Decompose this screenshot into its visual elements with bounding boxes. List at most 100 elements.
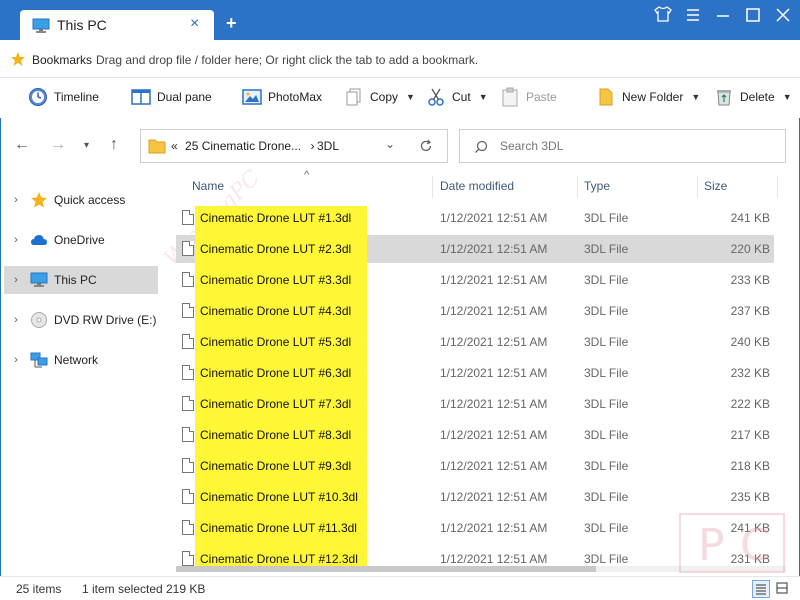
file-type: 3DL File <box>584 428 629 442</box>
expand-chevron-icon[interactable]: › <box>6 354 26 366</box>
expand-chevron-icon[interactable]: › <box>6 274 26 286</box>
file-size: 237 KB <box>730 304 770 318</box>
toolbar: Timeline Dual pane PhotoMax Copy ▼ Cut ▼… <box>0 78 800 118</box>
up-arrow-icon[interactable]: ↑ <box>110 136 118 154</box>
item-count: 25 items <box>16 582 62 596</box>
file-type: 3DL File <box>584 242 629 256</box>
cut-button[interactable]: Cut ▼ <box>426 86 488 108</box>
search-input[interactable]: Search 3DL <box>459 129 786 163</box>
column-divider[interactable] <box>577 176 578 198</box>
details-view-button[interactable] <box>752 580 770 598</box>
skin-icon[interactable] <box>650 6 676 30</box>
expand-chevron-icon[interactable]: › <box>6 194 26 206</box>
forward-arrow-icon[interactable]: → <box>50 136 66 154</box>
column-header-type[interactable]: Type <box>584 179 610 193</box>
svg-text:C: C <box>740 520 771 571</box>
address-dropdown-icon[interactable]: ⌄ <box>385 137 395 151</box>
new-folder-label: New Folder <box>622 90 684 104</box>
address-bar[interactable]: « 25 Cinematic Drone... › 3DL ⌄ <box>140 129 448 163</box>
file-icon <box>182 365 194 380</box>
scissors-icon <box>428 88 444 106</box>
new-folder-dropdown-icon[interactable]: ▼ <box>691 92 700 102</box>
expand-chevron-icon[interactable]: › <box>6 234 26 246</box>
file-name: Cinematic Drone LUT #10.3dl <box>200 490 358 504</box>
paste-button[interactable]: Paste <box>500 86 557 108</box>
delete-button[interactable]: Delete ▼ <box>714 86 792 108</box>
file-icon <box>182 210 194 225</box>
file-name: Cinematic Drone LUT #5.3dl <box>200 335 352 349</box>
photomax-button[interactable]: PhotoMax <box>242 86 322 108</box>
close-button[interactable] <box>770 6 796 30</box>
file-icon <box>182 396 194 411</box>
column-divider[interactable] <box>432 176 433 198</box>
folder-icon <box>599 88 613 106</box>
timeline-button[interactable]: Timeline <box>28 86 99 108</box>
file-type: 3DL File <box>584 335 629 349</box>
file-type: 3DL File <box>584 211 629 225</box>
new-tab-button[interactable]: + <box>226 14 237 32</box>
tiles-view-icon <box>776 582 788 594</box>
tab-this-pc[interactable]: This PC × <box>20 10 214 40</box>
sidebar-item-network[interactable]: › Network <box>4 346 158 374</box>
menu-icon[interactable] <box>680 6 706 30</box>
file-name: Cinematic Drone LUT #4.3dl <box>200 304 352 318</box>
copy-dropdown-icon[interactable]: ▼ <box>406 92 415 102</box>
column-divider[interactable] <box>697 176 698 198</box>
sidebar-item-dvd-drive[interactable]: › DVD RW Drive (E:) <box>4 306 158 334</box>
dual-pane-button[interactable]: Dual pane <box>131 86 212 108</box>
tiles-view-button[interactable] <box>774 580 792 598</box>
back-arrow-icon[interactable]: ← <box>14 136 30 154</box>
file-icon <box>182 520 194 535</box>
file-name: Cinematic Drone LUT #9.3dl <box>200 459 352 473</box>
delete-dropdown-icon[interactable]: ▼ <box>783 92 792 102</box>
sidebar-item-quick-access[interactable]: › Quick access <box>4 186 158 214</box>
column-header-date[interactable]: Date modified <box>440 179 514 193</box>
file-date-modified: 1/12/2021 12:51 AM <box>440 335 548 349</box>
highlight-annotation <box>195 206 367 566</box>
new-folder-button[interactable]: New Folder ▼ <box>596 86 700 108</box>
scrollbar-thumb[interactable] <box>176 566 596 572</box>
breadcrumb[interactable]: « 25 Cinematic Drone... › <box>171 139 314 153</box>
copy-button[interactable]: Copy ▼ <box>344 86 415 108</box>
sidebar-item-onedrive[interactable]: › OneDrive <box>4 226 158 254</box>
dual-pane-icon <box>131 89 151 105</box>
bookmarks-hint: Drag and drop file / folder here; Or rig… <box>96 53 479 67</box>
minimize-button[interactable] <box>710 6 736 30</box>
file-icon <box>182 551 194 566</box>
breadcrumb-separator-icon: › <box>310 139 315 153</box>
file-icon <box>182 334 194 349</box>
column-headers: ^ Name Date modified Type Size <box>176 169 786 200</box>
file-type: 3DL File <box>584 304 629 318</box>
file-icon <box>182 303 194 318</box>
sidebar-item-label: Network <box>54 353 99 367</box>
computer-icon <box>30 272 48 287</box>
breadcrumb-current[interactable]: 3DL <box>317 139 339 153</box>
file-type: 3DL File <box>584 397 629 411</box>
bookmarks-label[interactable]: Bookmarks <box>32 53 92 67</box>
expand-chevron-icon[interactable]: › <box>6 314 26 326</box>
sidebar-item-this-pc[interactable]: › This PC <box>4 266 158 294</box>
file-size: 241 KB <box>730 211 770 225</box>
file-size: 218 KB <box>730 459 770 473</box>
tab-close-button[interactable]: × <box>190 15 199 33</box>
file-name: Cinematic Drone LUT #1.3dl <box>200 211 352 225</box>
file-name: Cinematic Drone LUT #3.3dl <box>200 273 352 287</box>
maximize-button[interactable] <box>740 6 766 30</box>
file-date-modified: 1/12/2021 12:51 AM <box>440 273 548 287</box>
breadcrumb-overflow[interactable]: « <box>171 139 178 153</box>
timeline-label: Timeline <box>54 90 99 104</box>
file-date-modified: 1/12/2021 12:51 AM <box>440 366 548 380</box>
column-header-name[interactable]: Name <box>192 179 224 193</box>
clock-icon <box>29 88 47 106</box>
status-bar: 25 items 1 item selected 219 KB <box>0 576 800 600</box>
breadcrumb-parent[interactable]: 25 Cinematic Drone... <box>185 139 301 153</box>
column-header-size[interactable]: Size <box>704 179 727 193</box>
clipboard-icon <box>502 87 518 107</box>
search-icon <box>475 140 488 153</box>
star-icon <box>31 192 47 208</box>
history-chevron-icon[interactable]: ▾ <box>84 140 89 151</box>
column-divider[interactable] <box>777 176 778 198</box>
cut-dropdown-icon[interactable]: ▼ <box>479 92 488 102</box>
refresh-icon[interactable] <box>419 139 433 153</box>
file-date-modified: 1/12/2021 12:51 AM <box>440 211 548 225</box>
